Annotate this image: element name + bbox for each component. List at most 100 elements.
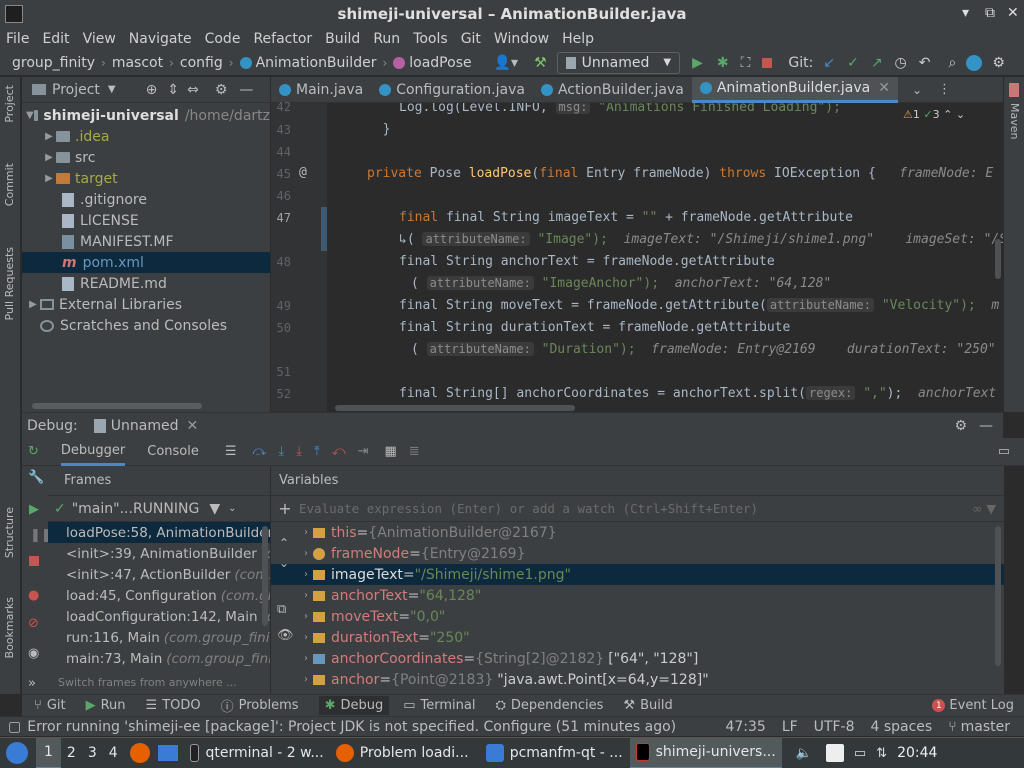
menu-file[interactable]: File xyxy=(6,31,29,47)
tree-item-license[interactable]: LICENSE xyxy=(22,210,270,231)
caret-position[interactable]: 47:35 xyxy=(725,719,765,735)
add-watch-icon[interactable]: + xyxy=(271,499,299,518)
frame-item[interactable]: <init>:39, AnimationBuilder(c xyxy=(48,543,270,564)
wrench-icon[interactable]: 🔧 xyxy=(28,470,44,485)
thread-selector[interactable]: ✓ "main"...RUNNING ▼ ⌄ xyxy=(48,496,270,522)
mute-breakpoints-icon[interactable]: ⊘ xyxy=(28,616,39,631)
tree-item-pom[interactable]: m pom.xml xyxy=(22,252,270,273)
horizontal-scrollbar[interactable] xyxy=(32,403,202,409)
workspace-1[interactable]: 1 xyxy=(36,737,61,768)
stop-icon[interactable] xyxy=(762,57,773,68)
menu-refactor[interactable]: Refactor xyxy=(253,31,312,47)
minimize-icon[interactable]: ▾ xyxy=(962,5,969,21)
tool-terminal[interactable]: ▭ Terminal xyxy=(403,698,475,713)
menu-run[interactable]: Run xyxy=(373,31,400,47)
tool-window-commit[interactable]: Commit xyxy=(3,163,16,206)
tree-item-gitignore[interactable]: .gitignore xyxy=(22,189,270,210)
tool-window-project[interactable]: Project xyxy=(3,85,16,123)
run-icon[interactable]: ▶ xyxy=(692,55,703,71)
hide-icon[interactable]: — xyxy=(239,82,253,98)
tab-actionbuilder-java[interactable]: ActionBuilder.java xyxy=(533,77,692,103)
coverage-icon[interactable]: ⛶ xyxy=(741,55,751,71)
tool-window-structure[interactable]: Structure xyxy=(3,507,16,558)
chevron-right-icon[interactable]: ▶ xyxy=(26,299,40,310)
workspace-2[interactable]: 2 xyxy=(61,738,82,768)
restore-layout-icon[interactable]: ▭ xyxy=(998,444,1010,459)
network-icon[interactable]: ⇅ xyxy=(876,746,887,761)
task-intellij[interactable]: shimeji-univers... xyxy=(629,737,782,768)
task-qterminal[interactable]: qterminal - 2 w... xyxy=(184,738,330,768)
history-icon[interactable]: ◷ xyxy=(895,55,907,71)
step-into-icon[interactable]: ⤓ xyxy=(278,444,284,459)
breadcrumb-config[interactable]: config xyxy=(180,55,223,71)
filter-icon[interactable]: ▼ xyxy=(209,501,220,517)
clock[interactable]: 20:44 xyxy=(897,745,937,761)
tab-animationbuilder-java[interactable]: AnimationBuilder.java ✕ xyxy=(691,76,898,103)
rollback-icon[interactable]: ↶ xyxy=(919,55,931,71)
start-menu-icon[interactable] xyxy=(6,742,28,764)
firefox-launcher-icon[interactable] xyxy=(129,743,150,763)
debug-session-tab[interactable]: Unnamed xyxy=(111,418,179,434)
task-pcmanfm[interactable]: pcmanfm-qt - ... xyxy=(480,738,630,768)
chevron-right-icon[interactable]: › xyxy=(299,548,313,559)
task-firefox[interactable]: Problem loadi... xyxy=(330,738,480,768)
tool-window-pull-requests[interactable]: Pull Requests xyxy=(3,247,16,320)
chevron-down-icon[interactable]: ⌄ xyxy=(912,83,922,97)
user-icon[interactable]: 👤▾ xyxy=(494,55,518,71)
volume-icon[interactable]: 🔈 xyxy=(796,746,812,761)
chevron-up-icon[interactable]: ⌃ xyxy=(943,108,952,121)
force-step-into-icon[interactable]: ⤓ xyxy=(296,444,302,459)
workspace-4[interactable]: 4 xyxy=(103,738,124,768)
gear-icon[interactable]: ⚙ xyxy=(215,82,228,98)
tool-window-bookmarks[interactable]: Bookmarks xyxy=(3,597,16,658)
inspection-widget[interactable]: ⚠1 ✓3 ⌃ ⌄ xyxy=(903,108,965,121)
menu-navigate[interactable]: Navigate xyxy=(129,31,192,47)
frame-item[interactable]: loadConfiguration:142, Main(c xyxy=(48,606,270,627)
chevron-right-icon[interactable]: › xyxy=(299,590,313,601)
chevron-right-icon[interactable]: › xyxy=(299,632,313,643)
chevron-right-icon[interactable]: › xyxy=(299,653,313,664)
status-message[interactable]: Error running 'shimeji-ee [package]': Pr… xyxy=(27,719,676,735)
menu-view[interactable]: View xyxy=(83,31,116,47)
chevron-right-icon[interactable]: › xyxy=(299,674,313,685)
collapse-icon[interactable]: ⇕ xyxy=(167,82,179,98)
chevron-up-icon[interactable]: ⌃ xyxy=(279,536,289,550)
tree-item-target[interactable]: ▶ target xyxy=(22,168,270,189)
chevron-right-icon[interactable]: › xyxy=(299,611,313,622)
frame-item[interactable]: loadPose:58, AnimationBuilder xyxy=(48,522,270,543)
tool-git[interactable]: ⑂ Git xyxy=(34,698,66,713)
tool-problems[interactable]: ⓘ Problems xyxy=(221,696,299,715)
menu-edit[interactable]: Edit xyxy=(42,31,69,47)
trace-icon[interactable]: ≣ xyxy=(409,444,420,459)
tool-window-maven[interactable]: Maven xyxy=(1008,103,1021,139)
copy-icon[interactable]: ⧉ xyxy=(277,602,286,617)
breadcrumb-group-finity[interactable]: group_finity xyxy=(12,55,95,71)
stop-icon[interactable] xyxy=(29,556,39,566)
chevron-right-icon[interactable]: › xyxy=(299,569,313,580)
workspace-3[interactable]: 3 xyxy=(82,738,103,768)
evaluate-icon[interactable]: ▦ xyxy=(385,444,397,459)
file-encoding[interactable]: UTF-8 xyxy=(814,719,855,735)
search-icon[interactable]: ⌕ xyxy=(949,55,957,71)
layout-icon[interactable]: ☰ xyxy=(225,444,237,459)
menu-code[interactable]: Code xyxy=(205,31,241,47)
chevron-down-icon[interactable]: ⌄ xyxy=(956,108,965,121)
settings-icon[interactable]: ⚙ xyxy=(992,55,1005,71)
status-square-icon[interactable]: ▢ xyxy=(8,719,21,735)
close-icon[interactable]: ✕ xyxy=(1007,5,1019,21)
resume-icon[interactable]: ▶ xyxy=(29,502,39,517)
chevron-down-icon[interactable]: ⌄ xyxy=(279,556,289,570)
tab-console[interactable]: Console xyxy=(147,444,199,459)
tree-item-readme[interactable]: README.md xyxy=(22,273,270,294)
code-editor[interactable]: Log.log(Level.INFO, msg: "Animations Fin… xyxy=(327,103,1003,412)
git-branch[interactable]: master xyxy=(961,719,1010,735)
clipboard-icon[interactable] xyxy=(825,744,844,762)
tree-item-src[interactable]: ▶ src xyxy=(22,147,270,168)
chevron-down-icon[interactable]: ⌄ xyxy=(228,503,236,514)
variable-row[interactable]: › frameNode = {Entry@2169} xyxy=(271,543,1004,564)
variable-row[interactable]: › this = {AnimationBuilder@2167} xyxy=(271,522,1004,543)
menu-window[interactable]: Window xyxy=(494,31,549,47)
close-tab-icon[interactable]: ✕ xyxy=(878,80,890,96)
breadcrumb-animationbuilder[interactable]: AnimationBuilder xyxy=(256,55,377,71)
variable-row[interactable]: › anchor = {Point@2183} "java.awt.Point[x=… xyxy=(271,669,1004,690)
